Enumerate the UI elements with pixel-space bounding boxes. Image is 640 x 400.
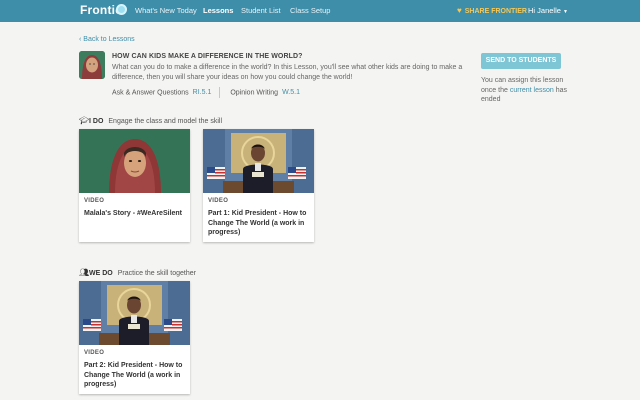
video-card[interactable]: VIDEO Malala's Story - #WeAreSilent [79,129,190,242]
video-thumbnail [79,281,190,345]
group-icon: 👥︎ [79,268,90,277]
logo-mark-icon [116,4,127,15]
lesson-description: What can you do to make a difference in … [112,64,463,81]
lesson-thumbnail [79,51,105,79]
video-thumbnail [79,129,190,193]
top-nav-bar: Frontier What's New Today Lessons Studen… [0,0,640,22]
assign-note: You can assign this lesson once the curr… [481,76,571,105]
section-i-do-header: 🎓︎I DO Engage the class and model the ski… [79,116,222,125]
graduation-cap-icon: 🎓︎ [79,116,90,125]
section-tag: WE DO [89,270,113,277]
divider [219,87,221,98]
standard-code-link[interactable]: RI.5.1 [193,89,212,96]
back-link-label: Back to Lessons [83,36,135,43]
card-type-label: VIDEO [84,198,105,204]
section-subtitle: Engage the class and model the skill [108,118,223,125]
share-frontier-link[interactable]: ♥ SHARE FRONTIER [457,6,527,15]
current-lesson-link[interactable]: current lesson [510,87,554,94]
video-card[interactable]: VIDEO Part 1: Kid President - How to Cha… [203,129,314,242]
video-thumbnail [203,129,314,193]
nav-student-list[interactable]: Student List [241,6,281,15]
standard-code-link[interactable]: W.5.1 [282,89,300,96]
user-menu[interactable]: Hi Janelle ▼ [528,6,568,15]
standard-label: Opinion Writing [230,89,279,97]
lesson-title: HOW CAN KIDS MAKE A DIFFERENCE IN THE WO… [112,53,303,60]
card-title: Part 1: Kid President - How to Change Th… [208,210,307,236]
back-to-lessons-link[interactable]: ‹ Back to Lessons [79,36,135,43]
nav-class-setup[interactable]: Class Setup [290,6,330,15]
card-type-label: VIDEO [84,350,105,356]
share-label: SHARE FRONTIER [464,8,527,15]
lesson-standards: Ask & Answer Questions RI.5.1 Opinion Writ… [112,87,300,98]
chevron-down-icon: ▼ [562,9,568,15]
user-greeting: Hi Janelle [528,6,561,15]
section-tag: I DO [89,118,104,125]
card-title: Malala's Story - #WeAreSilent [84,210,183,217]
section-we-do-header: 👥︎WE DO Practice the skill together [79,268,196,277]
heart-icon: ♥ [457,6,462,15]
nav-whats-new[interactable]: What's New Today [135,6,197,15]
video-card[interactable]: VIDEO Part 2: Kid President - How to Cha… [79,281,190,394]
card-title: Part 2: Kid President - How to Change Th… [84,362,183,388]
section-subtitle: Practice the skill together [117,270,196,277]
standard-label: Ask & Answer Questions [112,89,189,97]
send-to-students-button[interactable]: SEND TO STUDENTS [481,53,561,69]
nav-lessons[interactable]: Lessons [203,6,233,15]
card-type-label: VIDEO [208,198,229,204]
